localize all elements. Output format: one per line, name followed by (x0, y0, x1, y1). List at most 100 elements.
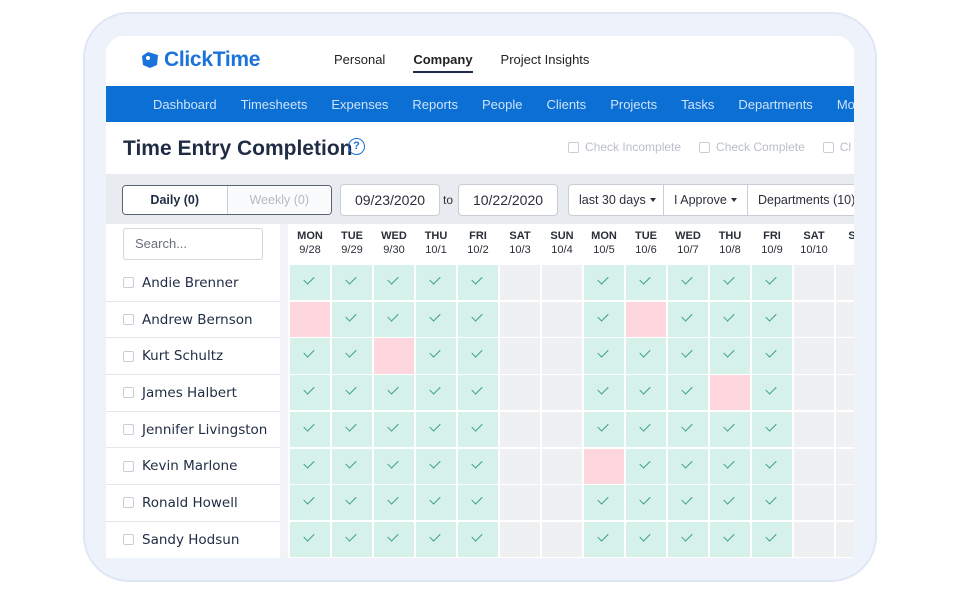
complete-cell[interactable] (290, 338, 330, 374)
person-row[interactable]: James Halbert (106, 375, 280, 412)
row-checkbox[interactable] (123, 460, 134, 472)
weekend-cell[interactable] (542, 265, 582, 301)
complete-cell[interactable] (584, 521, 624, 558)
weekend-cell[interactable] (542, 338, 582, 374)
missing-cell[interactable] (290, 301, 330, 337)
row-checkbox[interactable] (123, 314, 134, 326)
weekend-cell[interactable] (836, 301, 854, 337)
person-row[interactable]: Ronald Howell (106, 485, 280, 522)
approver-dropdown[interactable]: I Approve (663, 184, 748, 216)
logo[interactable]: ClickTime (140, 48, 260, 72)
complete-cell[interactable] (416, 448, 456, 484)
checkbox-icon[interactable] (568, 141, 579, 153)
weekend-cell[interactable] (500, 411, 540, 447)
weekend-cell[interactable] (542, 485, 582, 521)
complete-cell[interactable] (458, 375, 498, 411)
weekend-cell[interactable] (542, 375, 582, 411)
complete-cell[interactable] (668, 301, 708, 337)
weekend-cell[interactable] (836, 375, 854, 411)
complete-cell[interactable] (668, 485, 708, 521)
row-checkbox[interactable] (123, 387, 134, 399)
complete-cell[interactable] (416, 338, 456, 374)
complete-cell[interactable] (710, 485, 750, 521)
row-checkbox[interactable] (123, 277, 134, 289)
row-checkbox[interactable] (123, 534, 134, 546)
complete-cell[interactable] (458, 485, 498, 521)
weekend-cell[interactable] (500, 448, 540, 484)
start-date-input[interactable]: 09/23/2020 (340, 184, 440, 216)
search-input[interactable]: Search... (123, 228, 263, 260)
complete-cell[interactable] (584, 375, 624, 411)
complete-cell[interactable] (458, 301, 498, 337)
complete-cell[interactable] (332, 265, 372, 301)
weekend-cell[interactable] (500, 375, 540, 411)
complete-cell[interactable] (752, 411, 792, 447)
weekend-cell[interactable] (794, 411, 834, 447)
complete-cell[interactable] (458, 338, 498, 374)
weekend-cell[interactable] (542, 521, 582, 558)
complete-cell[interactable] (584, 301, 624, 337)
complete-cell[interactable] (416, 265, 456, 301)
complete-cell[interactable] (752, 448, 792, 484)
weekend-cell[interactable] (542, 448, 582, 484)
weekend-cell[interactable] (836, 521, 854, 558)
departments-dropdown[interactable]: Departments (10) (747, 184, 854, 216)
weekend-cell[interactable] (836, 338, 854, 374)
complete-cell[interactable] (752, 338, 792, 374)
complete-cell[interactable] (710, 411, 750, 447)
complete-cell[interactable] (374, 521, 414, 558)
complete-cell[interactable] (332, 338, 372, 374)
nav-departments[interactable]: Departments (738, 97, 812, 112)
weekend-cell[interactable] (500, 338, 540, 374)
check-complete-option[interactable]: Check Complete (699, 140, 805, 154)
complete-cell[interactable] (416, 375, 456, 411)
person-row[interactable]: Sandy Hodsun (106, 522, 280, 558)
complete-cell[interactable] (626, 521, 666, 558)
row-checkbox[interactable] (123, 424, 134, 436)
weekend-cell[interactable] (794, 448, 834, 484)
row-checkbox[interactable] (123, 350, 134, 362)
missing-cell[interactable] (374, 338, 414, 374)
help-icon[interactable]: ? (348, 138, 365, 155)
topnav-company[interactable]: Company (413, 52, 473, 73)
nav-tasks[interactable]: Tasks (681, 97, 714, 112)
weekend-cell[interactable] (836, 411, 854, 447)
check-third-option[interactable]: Cl (822, 140, 851, 154)
complete-cell[interactable] (710, 338, 750, 374)
complete-cell[interactable] (752, 375, 792, 411)
person-row[interactable]: Kevin Marlone (106, 448, 280, 486)
complete-cell[interactable] (584, 485, 624, 521)
checkbox-icon[interactable] (822, 141, 834, 153)
complete-cell[interactable] (374, 301, 414, 337)
missing-cell[interactable] (626, 301, 666, 337)
weekend-cell[interactable] (794, 375, 834, 411)
complete-cell[interactable] (626, 411, 666, 447)
daily-tab[interactable]: Daily (0) (123, 186, 227, 214)
nav-projects[interactable]: Projects (610, 97, 657, 112)
complete-cell[interactable] (752, 485, 792, 521)
complete-cell[interactable] (584, 338, 624, 374)
complete-cell[interactable] (668, 448, 708, 484)
nav-people[interactable]: People (482, 97, 522, 112)
complete-cell[interactable] (626, 485, 666, 521)
check-incomplete-option[interactable]: Check Incomplete (568, 140, 681, 154)
complete-cell[interactable] (416, 521, 456, 558)
complete-cell[interactable] (290, 265, 330, 301)
complete-cell[interactable] (458, 411, 498, 447)
complete-cell[interactable] (374, 411, 414, 447)
complete-cell[interactable] (458, 265, 498, 301)
complete-cell[interactable] (668, 521, 708, 558)
complete-cell[interactable] (710, 521, 750, 558)
complete-cell[interactable] (626, 375, 666, 411)
weekend-cell[interactable] (794, 265, 834, 301)
complete-cell[interactable] (332, 448, 372, 484)
weekend-cell[interactable] (542, 411, 582, 447)
weekend-cell[interactable] (836, 448, 854, 484)
weekend-cell[interactable] (542, 301, 582, 337)
complete-cell[interactable] (290, 448, 330, 484)
complete-cell[interactable] (332, 485, 372, 521)
complete-cell[interactable] (290, 375, 330, 411)
range-dropdown[interactable]: last 30 days (568, 184, 664, 216)
nav-more[interactable]: More (837, 97, 854, 112)
complete-cell[interactable] (290, 411, 330, 447)
